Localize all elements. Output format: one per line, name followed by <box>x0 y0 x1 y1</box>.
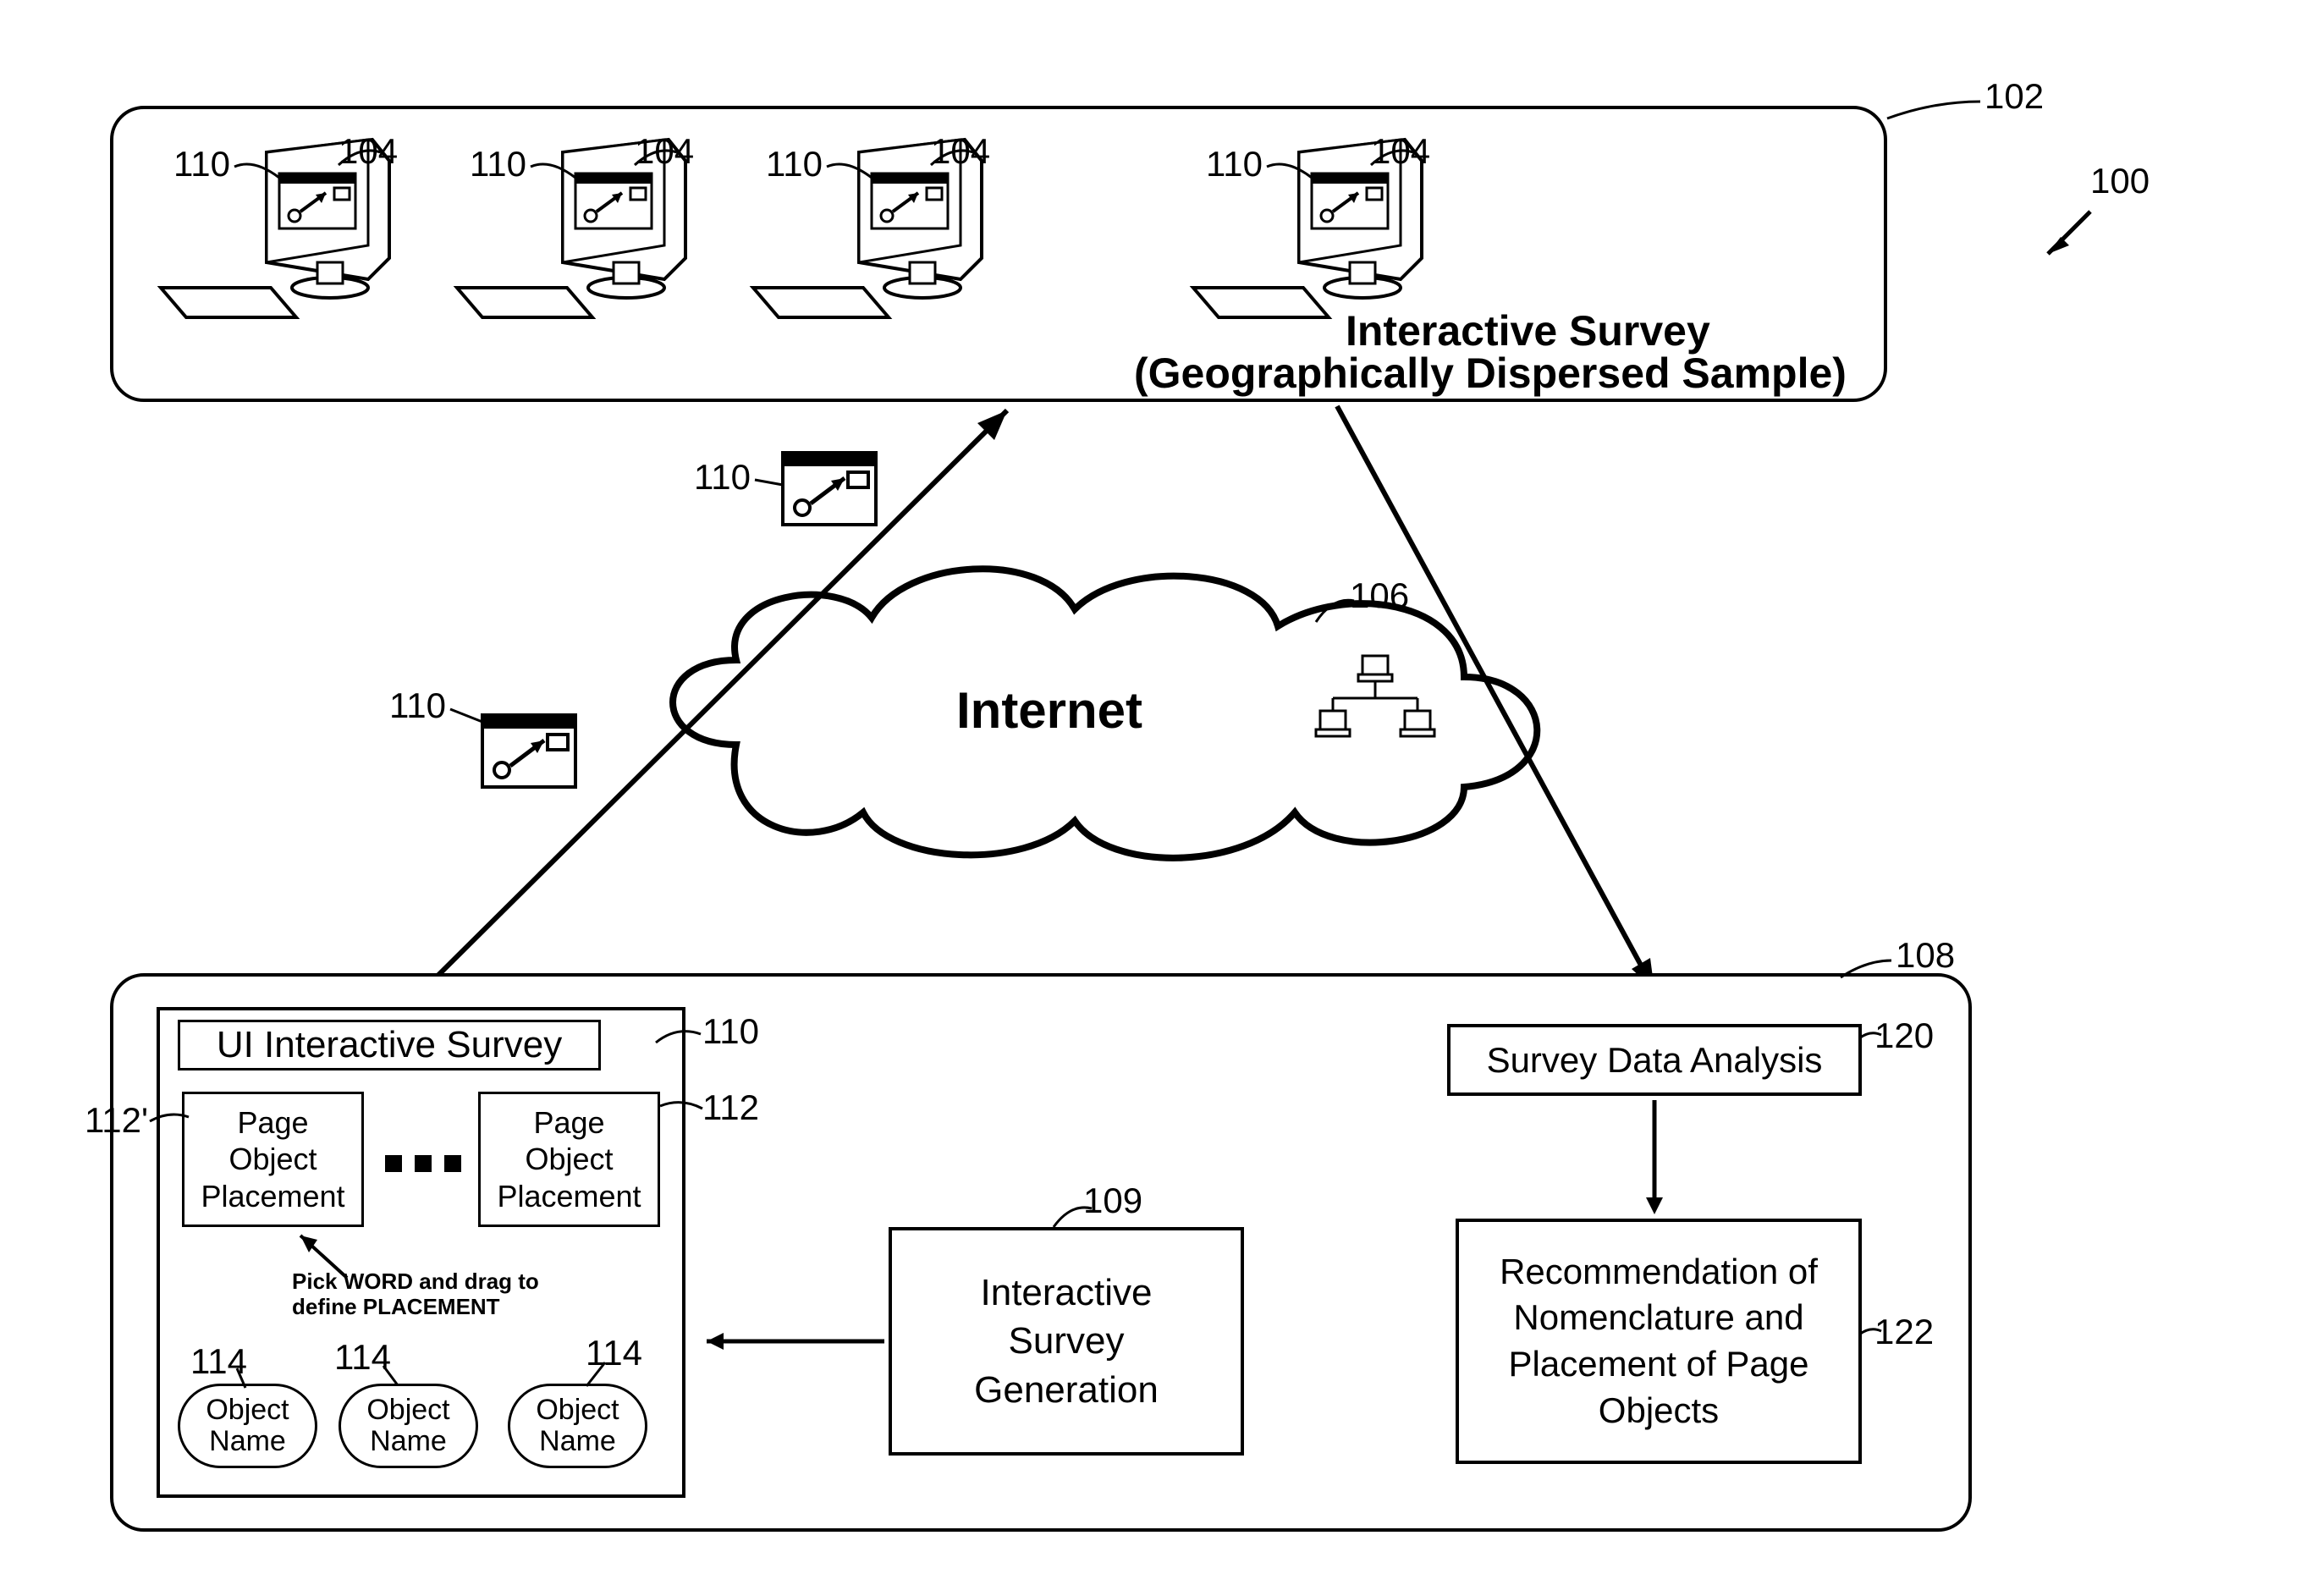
analysis-box: Survey Data Analysis <box>1447 1024 1862 1096</box>
ref-102: 102 <box>1984 76 2044 117</box>
page-placement-2[interactable]: Page Object Placement <box>478 1092 660 1227</box>
survey-generation-box: Interactive Survey Generation <box>889 1227 1244 1456</box>
recommend-box: Recommendation of Nomenclature and Place… <box>1456 1219 1862 1464</box>
hint-text: Pick WORD and drag to define PLACEMENT <box>292 1269 539 1320</box>
arrow-gen-to-ui <box>690 1329 889 1354</box>
ref-110-c3: 110 <box>766 144 823 184</box>
analysis-label: Survey Data Analysis <box>1487 1040 1823 1081</box>
ui-survey-title: UI Interactive Survey <box>217 1024 562 1066</box>
ui-survey-title-box: UI Interactive Survey <box>178 1020 601 1070</box>
leader <box>1836 956 1896 982</box>
leader <box>1367 144 1417 169</box>
leader <box>377 1364 406 1390</box>
page-placement-1[interactable]: Page Object Placement <box>182 1092 364 1227</box>
ref-102-leader <box>1883 97 1984 131</box>
object-name-1[interactable]: Object Name <box>178 1384 317 1468</box>
leader <box>656 1096 707 1121</box>
ref-112p: 112' <box>85 1100 148 1141</box>
recommend-label: Recommendation of Nomenclature and Place… <box>1500 1249 1818 1434</box>
leader <box>228 1367 254 1392</box>
leader <box>1858 1028 1887 1049</box>
ref-112: 112 <box>702 1087 759 1128</box>
object-name-3-label: Object Name <box>536 1395 619 1458</box>
leader <box>233 157 283 182</box>
arrow-analysis-to-recommend <box>1642 1096 1667 1219</box>
leader <box>580 1361 614 1390</box>
object-name-3[interactable]: Object Name <box>508 1384 647 1468</box>
object-name-2-label: Object Name <box>366 1395 449 1458</box>
leader <box>630 144 681 169</box>
diagram-canvas: 100 102 Interactive Survey (Geographical… <box>0 0 2301 1596</box>
leader <box>1049 1202 1100 1231</box>
leader <box>927 144 977 169</box>
leader <box>148 1109 190 1134</box>
ref-100-arrow <box>2031 203 2099 271</box>
ellipsis-icon <box>385 1155 402 1172</box>
leader <box>1265 157 1316 182</box>
survey-generation-label: Interactive Survey Generation <box>974 1269 1159 1414</box>
object-name-1-label: Object Name <box>206 1395 289 1458</box>
ref-110-panel: 110 <box>702 1011 759 1052</box>
leader <box>1858 1324 1887 1346</box>
top-title-2: (Geographically Dispersed Sample) <box>1134 349 1847 398</box>
ref-108: 108 <box>1896 935 1955 976</box>
ref-110-c2: 110 <box>470 144 526 184</box>
leader <box>334 144 385 169</box>
ellipsis-icon <box>444 1155 461 1172</box>
arrow-up <box>398 398 1032 1007</box>
page-placement-1-label: Page Object Placement <box>201 1104 344 1214</box>
page-placement-2-label: Page Object Placement <box>497 1104 641 1214</box>
object-name-2[interactable]: Object Name <box>339 1384 478 1468</box>
leader <box>652 1024 707 1049</box>
ref-110-c1: 110 <box>173 144 230 184</box>
leader <box>825 157 876 182</box>
ellipsis-icon <box>415 1155 432 1172</box>
leader <box>529 157 580 182</box>
ref-110-c4: 110 <box>1206 144 1263 184</box>
arrow-down <box>1320 398 1676 1007</box>
ref-100: 100 <box>2090 161 2150 201</box>
